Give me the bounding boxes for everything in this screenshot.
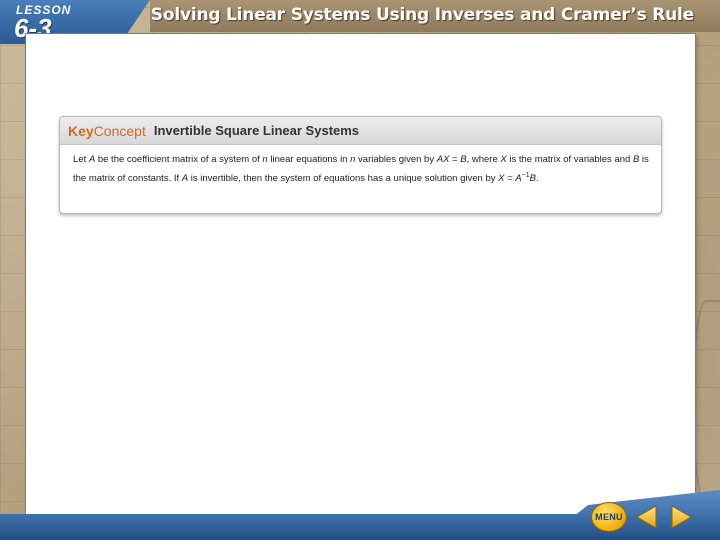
body-text: is the matrix of variables and xyxy=(506,154,633,165)
content-panel xyxy=(26,34,695,514)
page-title: Solving Linear Systems Using Inverses an… xyxy=(150,5,694,25)
left-arrow-icon xyxy=(636,505,657,529)
next-button[interactable] xyxy=(668,504,694,530)
key-concept-title: Invertible Square Linear Systems xyxy=(153,123,360,138)
key-concept-header: Key Concept Invertible Square Linear Syst… xyxy=(60,117,661,145)
body-text: Let xyxy=(73,154,89,165)
body-text: , where xyxy=(466,154,501,165)
var-AX: AX xyxy=(436,154,450,165)
key-concept-body: Let A be the coefficient matrix of a sys… xyxy=(60,145,661,186)
exponent: −1 xyxy=(521,171,530,179)
key-concept-key: Key xyxy=(68,122,94,139)
key-concept-box: Key Concept Invertible Square Linear Syst… xyxy=(59,116,662,214)
previous-button[interactable] xyxy=(634,504,660,530)
right-arrow-icon xyxy=(671,505,692,529)
body-text: variables given by xyxy=(355,154,437,165)
title-band: Solving Linear Systems Using Inverses an… xyxy=(150,0,720,32)
body-text: linear equations in xyxy=(267,154,351,165)
menu-button[interactable]: MENU xyxy=(591,502,627,532)
body-text: . xyxy=(535,172,539,184)
menu-button-label: MENU xyxy=(595,512,623,522)
equals-sign: = xyxy=(504,172,516,184)
body-text: be the coefficient matrix of a system of xyxy=(95,154,263,165)
key-concept-concept: Concept xyxy=(93,122,146,139)
body-text: is invertible, then the system of equati… xyxy=(188,172,499,184)
equals-sign: = xyxy=(449,154,461,165)
decorative-arc xyxy=(692,300,720,504)
